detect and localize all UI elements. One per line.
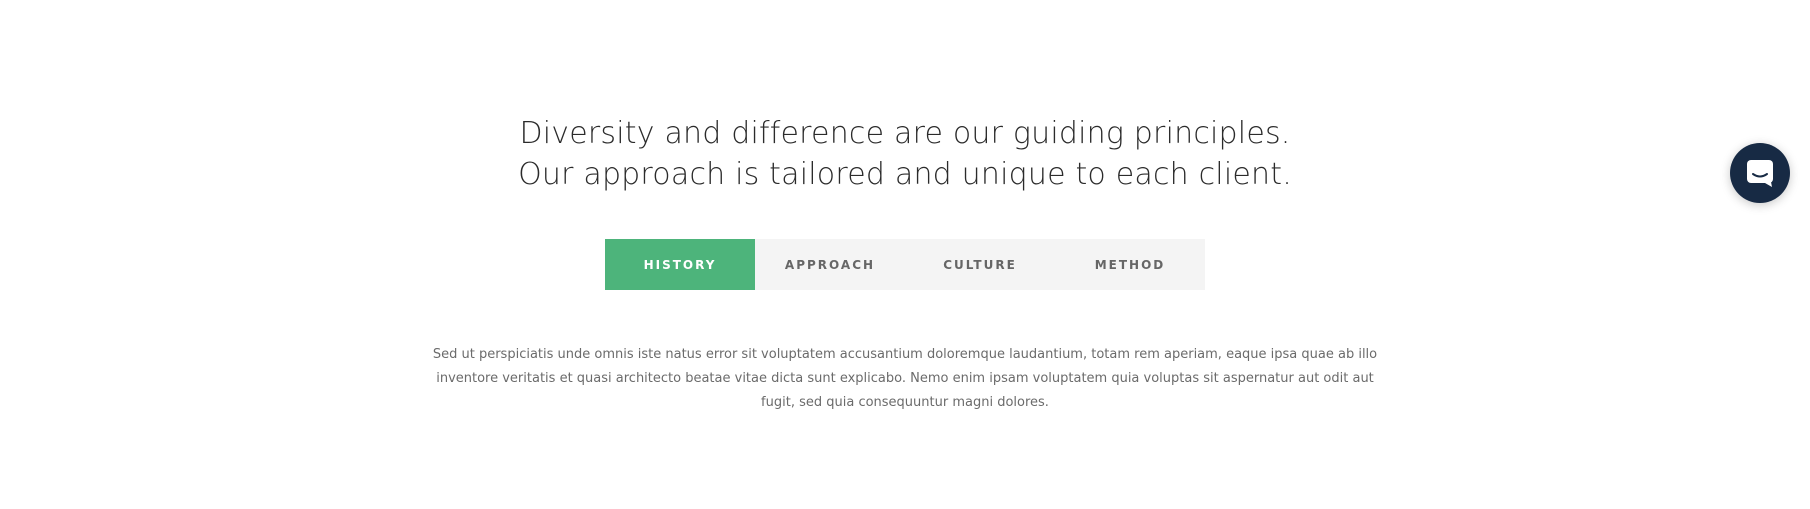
headline-line-1: Diversity and difference are our guiding… — [519, 116, 1291, 152]
tab-bar: HISTORY APPROACH CULTURE METHOD — [605, 239, 1205, 290]
tab-culture[interactable]: CULTURE — [905, 239, 1055, 290]
tab-approach[interactable]: APPROACH — [755, 239, 905, 290]
tab-history[interactable]: HISTORY — [605, 239, 755, 290]
chat-launcher-button[interactable] — [1730, 143, 1790, 203]
page-headline: Diversity and difference are our guiding… — [0, 113, 1810, 195]
headline-line-2: Our approach is tailored and unique to e… — [518, 157, 1292, 193]
tab-content-text: Sed ut perspiciatis unde omnis iste natu… — [432, 347, 1378, 410]
chat-icon — [1747, 160, 1773, 187]
tab-method[interactable]: METHOD — [1055, 239, 1205, 290]
